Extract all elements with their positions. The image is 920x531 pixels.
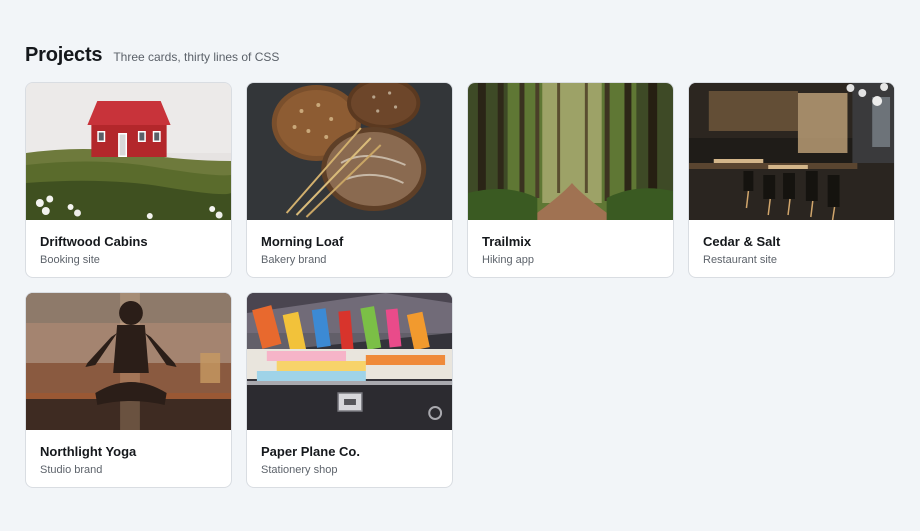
card-title: Morning Loaf xyxy=(261,234,344,249)
card-body: Northlight Yoga Studio brand xyxy=(26,430,231,477)
project-card-driftwood-cabins[interactable]: Driftwood Cabins Booking site xyxy=(25,82,232,278)
restaurant-interior-photo xyxy=(689,83,894,220)
project-grid: Driftwood Cabins Booking site Morning Lo… xyxy=(25,82,895,488)
card-subtitle: Hiking app xyxy=(482,254,534,266)
project-card-trailmix[interactable]: Trailmix Hiking app xyxy=(467,82,674,278)
card-title: Cedar & Salt xyxy=(703,234,781,249)
card-title: Trailmix xyxy=(482,234,532,249)
page-title: Projects xyxy=(25,44,103,66)
card-subtitle: Studio brand xyxy=(40,464,103,476)
page-subtitle: Three cards, thirty lines of CSS xyxy=(113,50,280,64)
yoga-silhouette-photo xyxy=(26,293,231,430)
card-body: Cedar & Salt Restaurant site xyxy=(689,220,894,267)
card-subtitle: Bakery brand xyxy=(261,254,327,266)
forest-path-photo xyxy=(468,83,673,220)
card-body: Driftwood Cabins Booking site xyxy=(26,220,231,267)
card-title: Northlight Yoga xyxy=(40,444,137,459)
projects-page: Projects Three cards, thirty lines of CS… xyxy=(0,0,920,531)
card-body: Paper Plane Co. Stationery shop xyxy=(247,430,452,477)
project-card-morning-loaf[interactable]: Morning Loaf Bakery brand xyxy=(246,82,453,278)
card-subtitle: Booking site xyxy=(40,254,100,266)
card-title: Paper Plane Co. xyxy=(261,444,360,459)
page-header: Projects Three cards, thirty lines of CS… xyxy=(25,44,279,67)
card-subtitle: Stationery shop xyxy=(261,464,338,476)
project-card-northlight-yoga[interactable]: Northlight Yoga Studio brand xyxy=(25,292,232,488)
red-cabin-on-hill-photo xyxy=(26,83,231,220)
card-body: Trailmix Hiking app xyxy=(468,220,673,267)
project-card-cedar-and-salt[interactable]: Cedar & Salt Restaurant site xyxy=(688,82,895,278)
card-title: Driftwood Cabins xyxy=(40,234,148,249)
stationery-box-photo xyxy=(247,293,452,430)
card-subtitle: Restaurant site xyxy=(703,254,777,266)
project-card-paper-plane-co[interactable]: Paper Plane Co. Stationery shop xyxy=(246,292,453,488)
card-body: Morning Loaf Bakery brand xyxy=(247,220,452,267)
bread-loaves-photo xyxy=(247,83,452,220)
